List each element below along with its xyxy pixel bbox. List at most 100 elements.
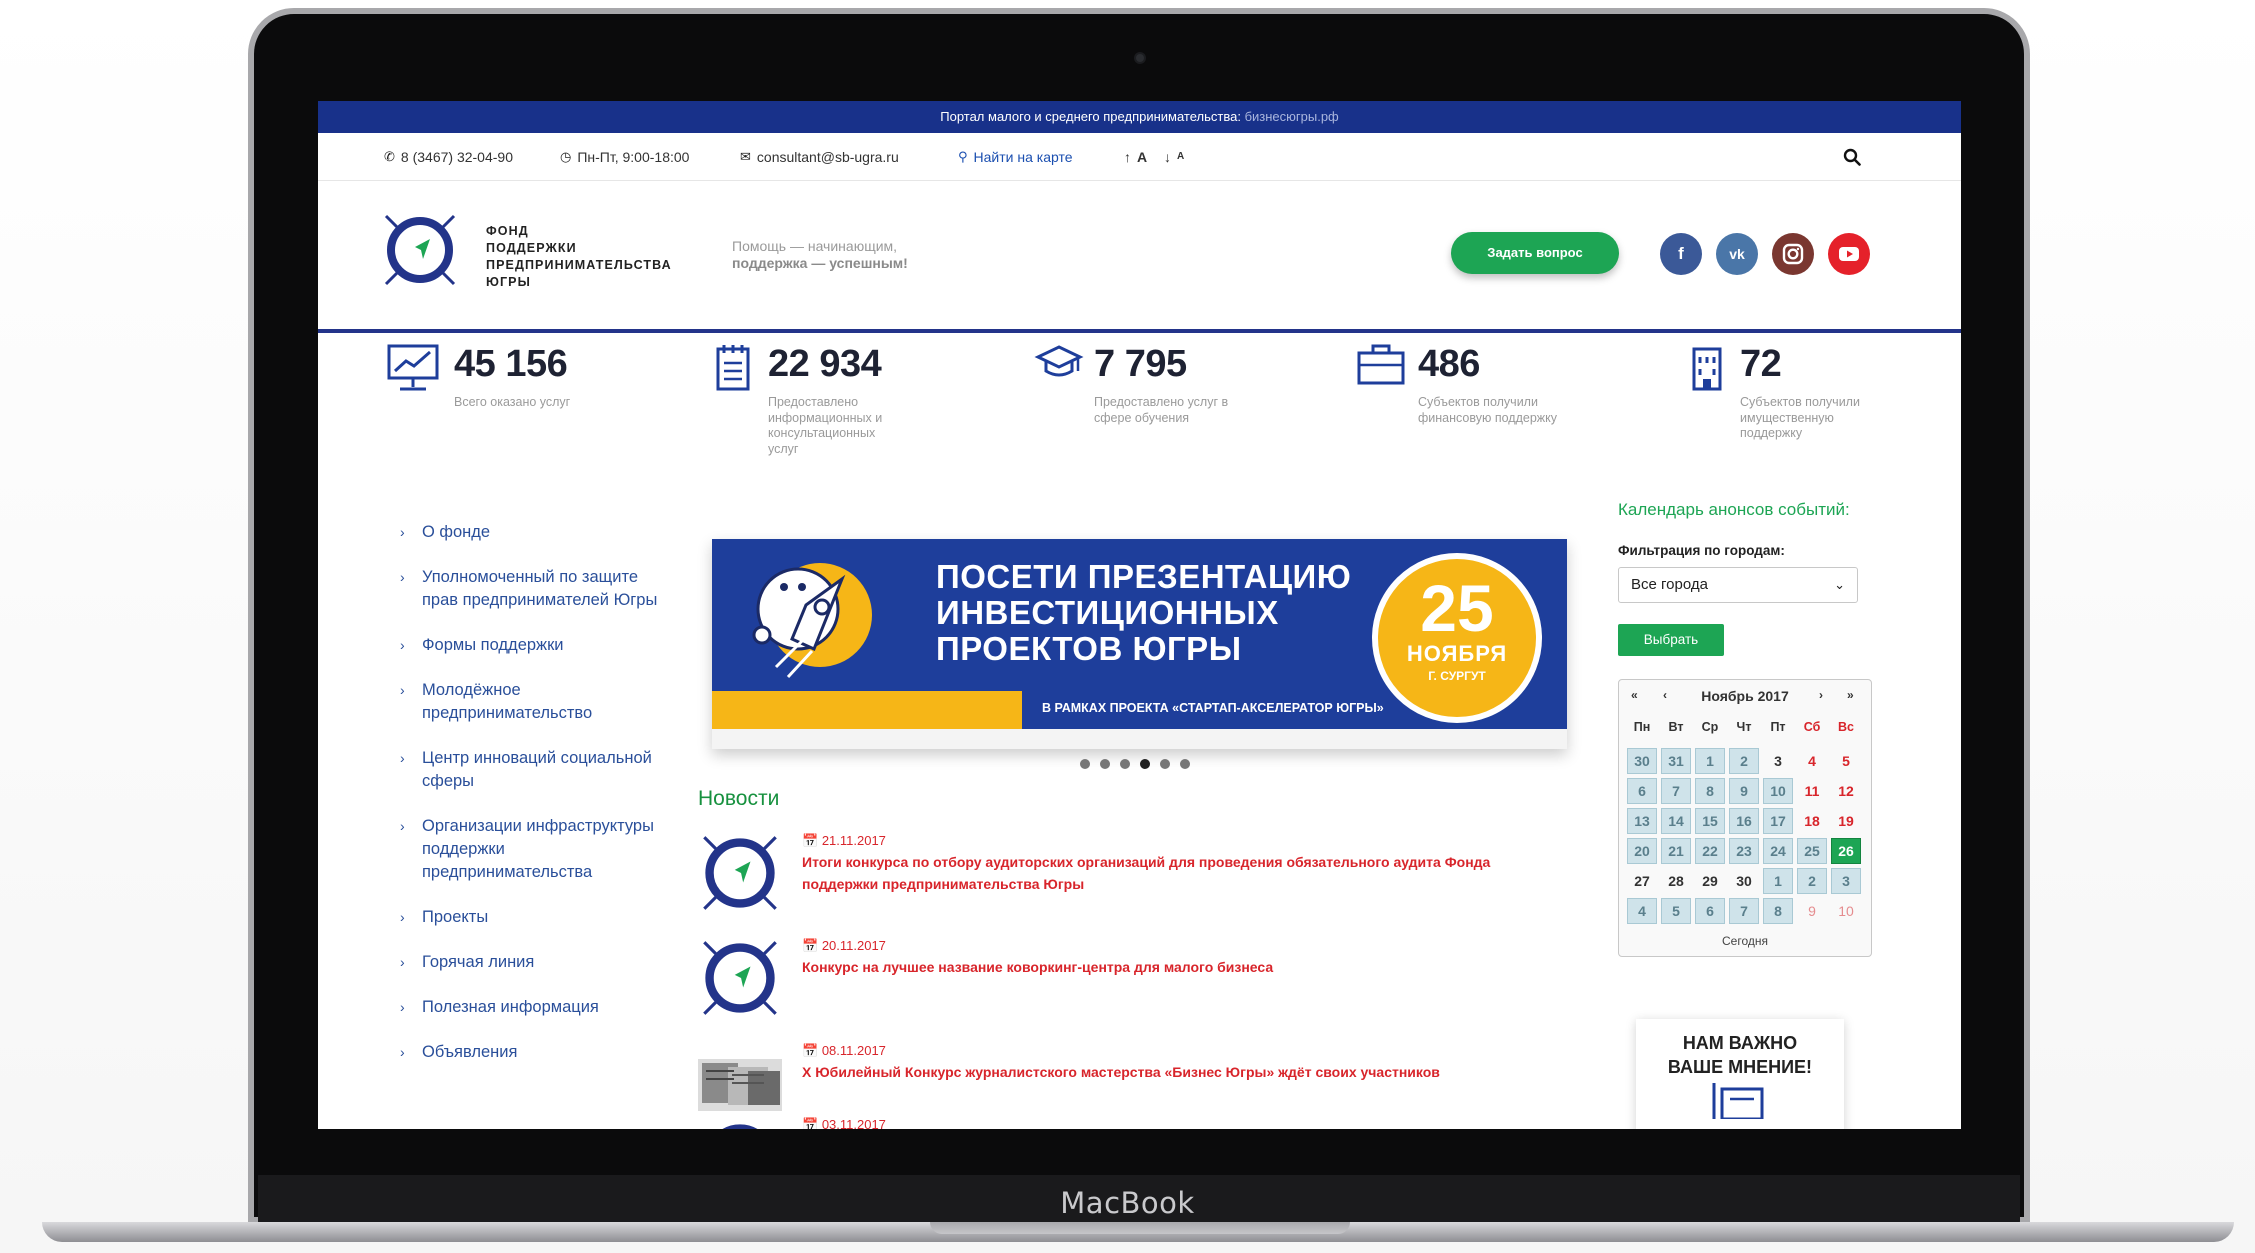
prev-year-icon[interactable]: « xyxy=(1631,688,1638,702)
slider-dot[interactable] xyxy=(1160,759,1170,769)
calendar-day[interactable]: 4 xyxy=(1627,898,1657,924)
nav-item-about[interactable]: › О фонде xyxy=(398,521,658,544)
calendar-day[interactable]: 12 xyxy=(1831,778,1861,804)
nav-item-youth[interactable]: › Молодёжное предпринимательство xyxy=(398,679,658,725)
calendar-day[interactable]: 21 xyxy=(1661,838,1691,864)
chevron-right-icon: › xyxy=(400,682,405,698)
calendar-icon: 📅 xyxy=(802,938,822,953)
prev-month-icon[interactable]: ‹ xyxy=(1663,688,1667,702)
feedback-widget[interactable]: НАМ ВАЖНО ВАШЕ МНЕНИЕ! xyxy=(1636,1019,1844,1129)
instagram-icon[interactable] xyxy=(1772,233,1814,275)
calendar-day[interactable]: 31 xyxy=(1661,748,1691,774)
calendar-day[interactable]: 29 xyxy=(1695,868,1725,894)
event-banner[interactable]: ПОСЕТИ ПРЕЗЕНТАЦИЮ ИНВЕСТИЦИОННЫХ ПРОЕКТ… xyxy=(712,539,1567,749)
calendar-day[interactable]: 2 xyxy=(1797,868,1827,894)
calendar-day[interactable]: 6 xyxy=(1695,898,1725,924)
calendar-day[interactable]: 18 xyxy=(1797,808,1827,834)
phone-contact[interactable]: ✆ 8 (3467) 32-04-90 xyxy=(384,133,513,181)
email-contact[interactable]: ✉ consultant@sb-ugra.ru xyxy=(740,133,899,181)
city-select[interactable]: Все города ⌄ xyxy=(1618,567,1858,603)
calendar-day[interactable]: 9 xyxy=(1797,898,1827,924)
nav-item-announcements[interactable]: › Объявления xyxy=(398,1041,658,1064)
slider-dot[interactable] xyxy=(1180,759,1190,769)
slider-dot[interactable] xyxy=(1080,759,1090,769)
calendar-day[interactable]: 10 xyxy=(1763,778,1793,804)
calendar-day[interactable]: 23 xyxy=(1729,838,1759,864)
calendar-weekday: Чт xyxy=(1736,720,1752,734)
calendar-day[interactable]: 19 xyxy=(1831,808,1861,834)
calendar-day[interactable]: 3 xyxy=(1763,748,1793,774)
calendar-day[interactable]: 7 xyxy=(1729,898,1759,924)
calendar-day[interactable]: 2 xyxy=(1729,748,1759,774)
portal-link[interactable]: бизнесюгры.рф xyxy=(1245,109,1339,124)
nav-item-innovation-center[interactable]: › Центр инноваций социальной сферы xyxy=(398,747,658,793)
nav-item-useful-info[interactable]: › Полезная информация xyxy=(398,996,658,1019)
calendar-day[interactable]: 22 xyxy=(1695,838,1725,864)
calendar-day[interactable]: 30 xyxy=(1627,748,1657,774)
calendar-day[interactable]: 3 xyxy=(1831,868,1861,894)
graduation-cap-icon xyxy=(1034,345,1084,377)
nav-item-hotline[interactable]: › Горячая линия xyxy=(398,951,658,974)
calendar-day[interactable]: 14 xyxy=(1661,808,1691,834)
calendar-icon: 📅 xyxy=(802,1043,822,1058)
nav-item-ombudsman[interactable]: › Уполномоченный по защите прав предприни… xyxy=(398,566,658,612)
calendar-day[interactable]: 5 xyxy=(1661,898,1691,924)
youtube-icon[interactable] xyxy=(1828,233,1870,275)
next-month-icon[interactable]: › xyxy=(1819,688,1823,702)
nav-item-projects[interactable]: › Проекты xyxy=(398,906,658,929)
slider-dot-active[interactable] xyxy=(1140,759,1150,769)
choose-city-button[interactable]: Выбрать xyxy=(1618,624,1724,656)
news-item[interactable]: 📅 20.11.2017 Конкурс на лучшее название … xyxy=(698,936,1558,1026)
news-headline[interactable]: Конкурс на лучшее название коворкинг-цен… xyxy=(802,956,1542,978)
stat-label: Субъектов получили имущественную поддерж… xyxy=(1740,395,1860,440)
calendar-weekday: Сб xyxy=(1803,720,1821,734)
slider-dot[interactable] xyxy=(1100,759,1110,769)
slider-dot[interactable] xyxy=(1120,759,1130,769)
calendar-day[interactable]: 5 xyxy=(1831,748,1861,774)
news-date-text: 08.11.2017 xyxy=(821,1043,886,1058)
calendar-day[interactable]: 1 xyxy=(1695,748,1725,774)
font-increase-button[interactable]: ↑ A xyxy=(1124,133,1147,181)
calendar-day[interactable]: 6 xyxy=(1627,778,1657,804)
calendar-day[interactable]: 27 xyxy=(1627,868,1657,894)
nav-item-infrastructure[interactable]: › Организации инфраструктуры поддержки пр… xyxy=(398,815,658,884)
fund-logo-icon[interactable] xyxy=(380,210,460,290)
calendar-day[interactable]: 4 xyxy=(1797,748,1827,774)
news-headline[interactable]: Итоги конкурса по отбору аудиторских орг… xyxy=(802,851,1542,895)
calendar-day[interactable]: 20 xyxy=(1627,838,1657,864)
calendar-day[interactable]: 7 xyxy=(1661,778,1691,804)
calendar-day[interactable]: 8 xyxy=(1763,898,1793,924)
search-icon[interactable] xyxy=(1843,148,1861,166)
calendar-day[interactable]: 25 xyxy=(1797,838,1827,864)
calendar-day[interactable]: 24 xyxy=(1763,838,1793,864)
slogan-line-2: поддержка — успешным! xyxy=(732,255,908,271)
calendar-day[interactable]: 30 xyxy=(1729,868,1759,894)
font-decrease-button[interactable]: ↓ A xyxy=(1164,133,1184,181)
news-headline[interactable]: X Юбилейный Конкурс журналистского масте… xyxy=(802,1061,1542,1083)
calendar-day[interactable]: 26 xyxy=(1831,838,1861,864)
calendar-day[interactable]: 13 xyxy=(1627,808,1657,834)
nav-label: Полезная информация xyxy=(422,998,599,1016)
calendar-day[interactable]: 16 xyxy=(1729,808,1759,834)
calendar-day[interactable]: 11 xyxy=(1797,778,1827,804)
calendar-day[interactable]: 9 xyxy=(1729,778,1759,804)
today-button[interactable]: Сегодня xyxy=(1619,934,1871,948)
slogan-line-1: Помощь — начинающим, xyxy=(732,238,898,254)
calendar-day[interactable]: 28 xyxy=(1661,868,1691,894)
calendar-day[interactable]: 10 xyxy=(1831,898,1861,924)
news-item[interactable]: 📅 21.11.2017 Итоги конкурса по отбору ау… xyxy=(698,831,1558,921)
vk-icon[interactable]: vk xyxy=(1716,233,1758,275)
nav-label: О фонде xyxy=(422,523,491,541)
facebook-icon[interactable]: f xyxy=(1660,233,1702,275)
calendar-day[interactable]: 17 xyxy=(1763,808,1793,834)
calendar-day[interactable]: 15 xyxy=(1695,808,1725,834)
news-item[interactable]: 📅 03.11.2017 xyxy=(698,1117,1558,1129)
nav-item-support-forms[interactable]: › Формы поддержки xyxy=(398,634,658,657)
ask-question-button[interactable]: Задать вопрос xyxy=(1451,232,1619,274)
next-year-icon[interactable]: » xyxy=(1847,688,1854,702)
calendar-day[interactable]: 8 xyxy=(1695,778,1725,804)
calendar-day[interactable]: 1 xyxy=(1763,868,1793,894)
news-item[interactable]: 📅 08.11.2017 X Юбилейный Конкурс журнали… xyxy=(698,1041,1558,1129)
map-link[interactable]: ⚲ Найти на карте xyxy=(958,133,1073,181)
site-slogan: Помощь — начинающим, поддержка — успешны… xyxy=(732,238,908,272)
